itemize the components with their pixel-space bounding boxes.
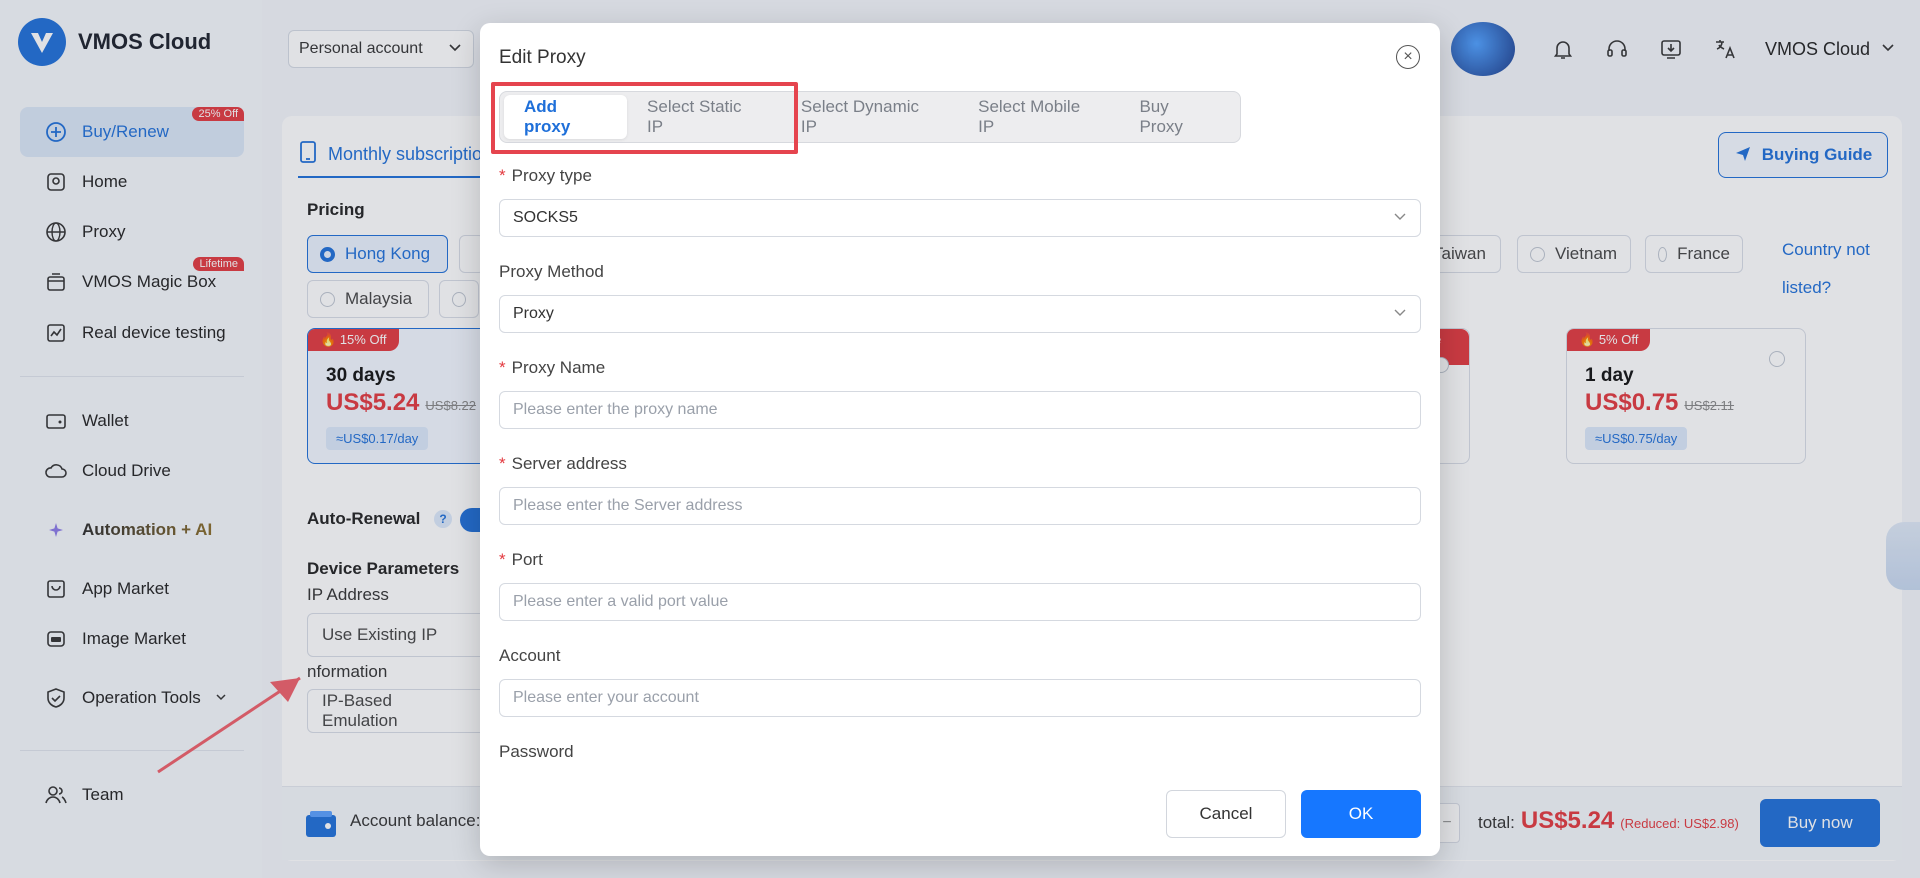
proxy-name-input[interactable]: Please enter the proxy name: [499, 391, 1421, 429]
account-input[interactable]: Please enter your account: [499, 679, 1421, 717]
tab-buy-proxy[interactable]: Buy Proxy: [1119, 95, 1236, 139]
proxy-method-label: Proxy Method: [499, 262, 604, 281]
proxy-type-label: * Proxy type: [499, 166, 592, 185]
tab-select-mobile-ip[interactable]: Select Mobile IP: [958, 95, 1119, 139]
account-label: Account: [499, 646, 561, 665]
highlight-box: [491, 82, 798, 154]
proxy-type-value: SOCKS5: [513, 209, 578, 226]
proxy-method-select[interactable]: Proxy: [499, 295, 1421, 333]
server-address-label: * Server address: [499, 454, 627, 473]
server-address-input[interactable]: Please enter the Server address: [499, 487, 1421, 525]
password-label: Password: [499, 742, 574, 761]
dialog-title: Edit Proxy: [499, 47, 586, 68]
edit-proxy-dialog: Edit Proxy × Add proxy Select Static IP …: [480, 23, 1440, 856]
port-input[interactable]: Please enter a valid port value: [499, 583, 1421, 621]
chevron-down-icon: [1393, 305, 1407, 324]
close-icon[interactable]: ×: [1396, 45, 1420, 69]
cancel-button[interactable]: Cancel: [1166, 790, 1286, 838]
proxy-name-label: * Proxy Name: [499, 358, 606, 377]
proxy-type-select[interactable]: SOCKS5: [499, 199, 1421, 237]
proxy-method-value: Proxy: [513, 305, 554, 322]
ok-button[interactable]: OK: [1301, 790, 1421, 838]
chevron-down-icon: [1393, 209, 1407, 228]
tab-select-dynamic-ip[interactable]: Select Dynamic IP: [781, 95, 958, 139]
port-label: * Port: [499, 550, 543, 569]
